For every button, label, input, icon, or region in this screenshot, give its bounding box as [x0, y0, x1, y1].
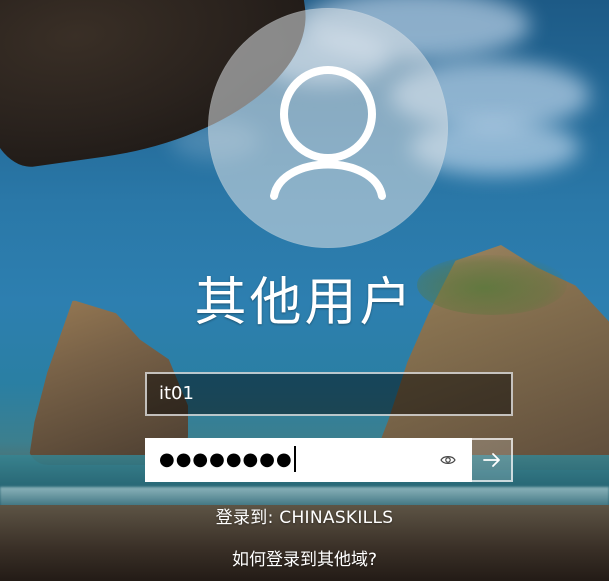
reveal-password-button[interactable] — [434, 440, 462, 480]
text-caret — [293, 446, 296, 472]
user-silhouette-icon — [270, 66, 386, 200]
other-domain-link[interactable]: 如何登录到其他域? — [0, 549, 609, 571]
lock-screen-background: 其他用户 it01 ●●●●●●●● 登录到: CHINASKILLS 如何登录… — [0, 0, 609, 581]
username-value: it01 — [159, 383, 194, 404]
account-name: 其他用户 — [194, 273, 415, 333]
password-row: ●●●●●●●● — [145, 438, 513, 482]
eye-icon — [440, 456, 456, 464]
password-mask: ●●●●●●●● — [159, 449, 293, 470]
password-field[interactable]: ●●●●●●●● — [145, 438, 472, 482]
username-field[interactable]: it01 — [145, 372, 513, 416]
signin-domain-text: 登录到: CHINASKILLS — [215, 508, 394, 528]
submit-button[interactable] — [472, 438, 513, 482]
user-avatar — [208, 8, 448, 248]
arrow-right-icon — [482, 453, 500, 467]
